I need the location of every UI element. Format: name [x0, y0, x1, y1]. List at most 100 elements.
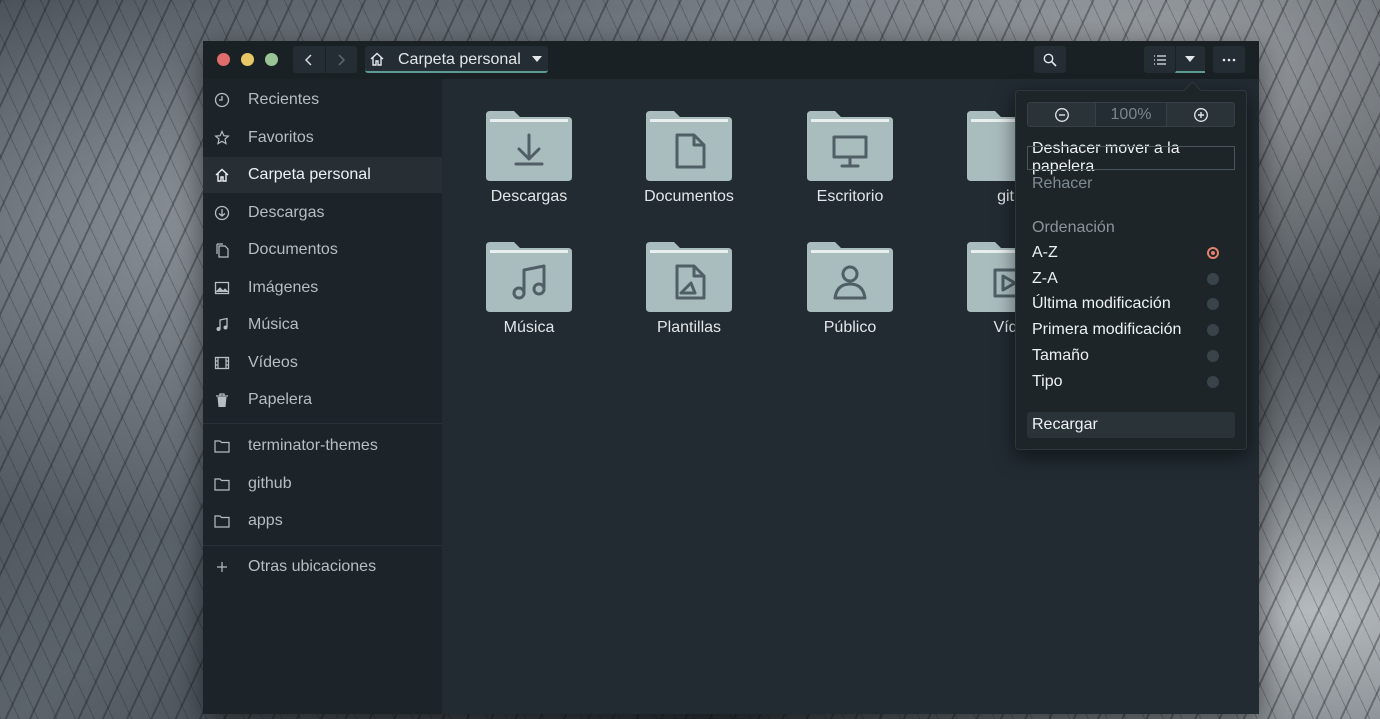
radio-unchecked-icon	[1207, 350, 1219, 362]
sidebar-item-label: Documentos	[248, 241, 338, 258]
home-icon	[213, 166, 231, 184]
sort-option-size[interactable]: Tamaño	[1027, 344, 1235, 368]
folder-label: Plantillas	[656, 319, 722, 336]
sidebar: Recientes Favoritos Carpeta personal Des…	[203, 79, 442, 714]
sidebar-item-label: Música	[248, 316, 299, 333]
chevron-down-icon	[532, 56, 542, 62]
navigation-buttons	[293, 46, 357, 73]
sidebar-item-otras-ubicaciones[interactable]: Otras ubicaciones	[203, 549, 442, 585]
sort-option-label: Tipo	[1032, 373, 1063, 390]
home-icon	[370, 52, 384, 66]
sidebar-item-label: Recientes	[248, 91, 320, 108]
minimize-button[interactable]	[241, 53, 254, 66]
sort-option-z-a[interactable]: Z-A	[1027, 267, 1235, 291]
sort-option-type[interactable]: Tipo	[1027, 370, 1235, 394]
sidebar-item-imagenes[interactable]: Imágenes	[203, 270, 442, 306]
folder-label: Público	[823, 319, 877, 336]
sort-option-last-modified[interactable]: Última modificación	[1027, 292, 1235, 316]
sidebar-item-label: Carpeta personal	[248, 166, 371, 183]
view-controls	[1144, 46, 1205, 73]
sort-option-first-modified[interactable]: Primera modificación	[1027, 318, 1235, 342]
zoom-out-icon	[1054, 107, 1069, 122]
folder-music-icon	[486, 242, 572, 312]
clock-icon	[213, 91, 231, 109]
close-button[interactable]	[217, 53, 230, 66]
radio-checked-icon	[1207, 247, 1219, 259]
star-icon	[213, 129, 231, 147]
trash-icon	[213, 391, 231, 409]
sidebar-item-apps[interactable]: apps	[203, 503, 442, 539]
zoom-in-icon	[1193, 107, 1208, 122]
sort-option-label: Tamaño	[1032, 347, 1089, 364]
sidebar-item-videos[interactable]: Vídeos	[203, 345, 442, 381]
folder-musica[interactable]: Música	[464, 240, 594, 350]
folder-label: Descargas	[490, 188, 568, 205]
sidebar-item-label: terminator-themes	[248, 437, 378, 454]
plus-icon	[213, 558, 231, 576]
list-view-button[interactable]	[1145, 46, 1175, 73]
folder-label: Música	[503, 319, 555, 336]
sidebar-item-papelera[interactable]: Papelera	[203, 382, 442, 418]
folder-person-icon	[807, 242, 893, 312]
view-options-popover: 100% Deshacer mover a la papelera Rehace…	[1015, 90, 1247, 450]
sidebar-item-musica[interactable]: Música	[203, 307, 442, 343]
main-menu-button[interactable]	[1213, 46, 1245, 73]
folder-icon	[213, 437, 231, 455]
sidebar-item-label: Imágenes	[248, 279, 319, 296]
sidebar-item-label: Favoritos	[248, 129, 314, 146]
chevron-right-icon	[338, 53, 346, 66]
folder-download-icon	[486, 111, 572, 181]
search-icon	[1043, 53, 1057, 67]
folder-escritorio[interactable]: Escritorio	[785, 109, 915, 219]
path-bar-button[interactable]: Carpeta personal	[365, 46, 548, 73]
sort-option-label: Última modificación	[1032, 295, 1171, 312]
sidebar-item-recientes[interactable]: Recientes	[203, 82, 442, 118]
sidebar-item-github[interactable]: github	[203, 466, 442, 502]
folder-label: Documentos	[644, 188, 734, 205]
radio-unchecked-icon	[1207, 376, 1219, 388]
view-options-button[interactable]	[1174, 46, 1205, 73]
sort-option-label: Z-A	[1032, 270, 1058, 287]
folder-plantillas[interactable]: Plantillas	[624, 240, 754, 350]
search-button[interactable]	[1034, 46, 1066, 73]
chevron-down-icon	[1185, 55, 1195, 62]
sidebar-item-label: Otras ubicaciones	[248, 558, 377, 575]
film-icon	[213, 354, 231, 372]
sidebar-separator	[203, 423, 442, 424]
music-note-icon	[213, 316, 231, 334]
sidebar-item-terminator-themes[interactable]: terminator-themes	[203, 428, 442, 464]
zoom-in-button[interactable]	[1166, 102, 1235, 127]
sidebar-item-documentos[interactable]: Documentos	[203, 232, 442, 268]
list-icon	[1153, 54, 1166, 65]
folder-documentos[interactable]: Documentos	[624, 109, 754, 219]
sidebar-item-favoritos[interactable]: Favoritos	[203, 120, 442, 156]
zoom-level-button[interactable]: 100%	[1096, 102, 1166, 127]
undo-menu-item[interactable]: Deshacer mover a la papelera	[1027, 140, 1235, 175]
folder-document-icon	[646, 111, 732, 181]
zoom-controls: 100%	[1027, 102, 1235, 127]
folder-descargas[interactable]: Descargas	[464, 109, 594, 219]
more-icon	[1222, 58, 1236, 61]
folder-desktop-icon	[807, 111, 893, 181]
reload-button[interactable]: Recargar	[1027, 412, 1235, 438]
sidebar-item-carpeta-personal[interactable]: Carpeta personal	[203, 157, 442, 193]
zoom-out-button[interactable]	[1027, 102, 1096, 127]
sidebar-item-descargas[interactable]: Descargas	[203, 195, 442, 231]
sidebar-item-label: Papelera	[248, 391, 313, 408]
sort-option-label: A-Z	[1032, 244, 1058, 261]
forward-button[interactable]	[324, 46, 358, 73]
radio-unchecked-icon	[1207, 324, 1219, 336]
sidebar-item-label: Vídeos	[248, 354, 298, 371]
sort-option-a-z[interactable]: A-Z	[1027, 241, 1235, 265]
redo-menu-item[interactable]: Rehacer	[1027, 172, 1235, 196]
sidebar-item-label: apps	[248, 512, 283, 529]
path-label: Carpeta personal	[398, 51, 521, 68]
sort-heading: Ordenación	[1032, 219, 1115, 236]
maximize-button[interactable]	[265, 53, 278, 66]
sidebar-item-label: Descargas	[248, 204, 325, 221]
back-button[interactable]	[293, 46, 325, 73]
folder-template-icon	[646, 242, 732, 312]
download-icon	[213, 204, 231, 222]
folder-publico[interactable]: Público	[785, 240, 915, 350]
folder-label: Escritorio	[816, 188, 884, 205]
